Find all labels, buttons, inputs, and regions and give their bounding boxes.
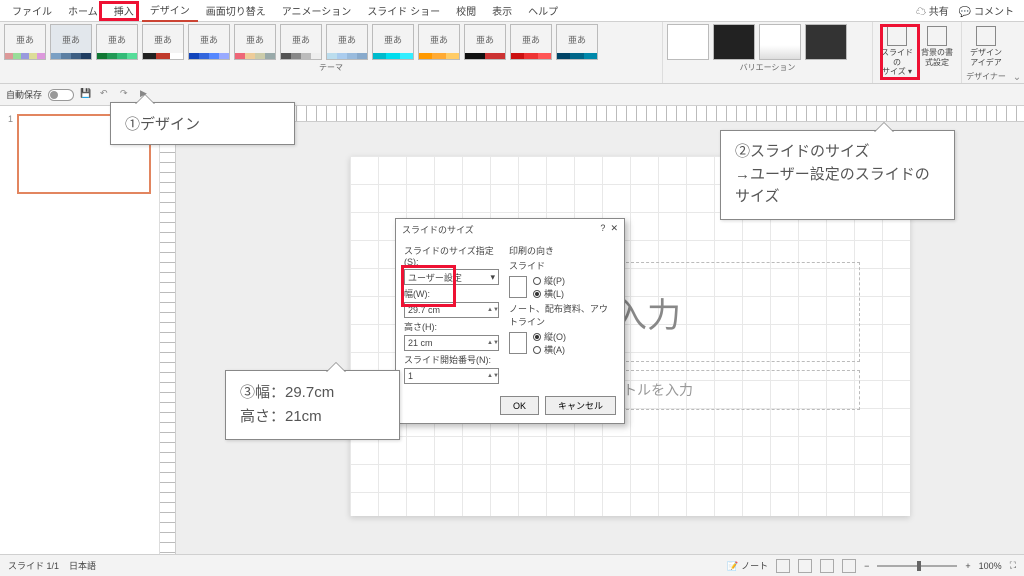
menu-view[interactable]: 表示 — [484, 0, 520, 21]
designer-group-label: デザイナー — [966, 69, 1006, 82]
size-label: スライドのサイズ指定(S): — [404, 244, 499, 267]
theme-thumb[interactable]: 亜あ — [464, 24, 506, 60]
menu-transitions[interactable]: 画面切り替え — [198, 0, 274, 21]
width-input[interactable]: 29.7 cm▲▼ — [404, 302, 499, 318]
share-button[interactable]: ☁ 共有 — [916, 3, 949, 18]
ribbon: 亜あ亜あ亜あ亜あ亜あ亜あ亜あ亜あ亜あ亜あ亜あ亜あ亜あ テーマ バリエーション ス… — [0, 22, 1024, 84]
theme-thumb[interactable]: 亜あ — [326, 24, 368, 60]
theme-thumb[interactable]: 亜あ — [556, 24, 598, 60]
callout-3: ③幅：29.7cm 高さ：21cm — [225, 370, 400, 440]
statusbar: スライド 1/1 日本語 📝 ノート − + 100% ⛶ — [0, 554, 1024, 576]
variations-group-label: バリエーション — [667, 60, 868, 73]
size-select[interactable]: ユーザー設定▾ — [404, 269, 499, 285]
height-label: 高さ(H): — [404, 320, 499, 333]
notes-landscape-radio[interactable]: 横(A) — [533, 343, 566, 356]
save-icon[interactable]: 💾 — [80, 88, 94, 102]
menu-file[interactable]: ファイル — [4, 0, 60, 21]
sorter-view-icon[interactable] — [798, 559, 812, 573]
callout-1: ①デザイン — [110, 102, 295, 145]
help-icon[interactable]: ? — [600, 223, 605, 233]
theme-thumb[interactable]: 亜あ — [50, 24, 92, 60]
menu-design[interactable]: デザイン — [142, 0, 198, 22]
menu-review[interactable]: 校閲 — [448, 0, 484, 21]
slideshow-view-icon[interactable] — [842, 559, 856, 573]
start-number-label: スライド開始番号(N): — [404, 353, 499, 366]
theme-thumb[interactable]: 亜あ — [418, 24, 460, 60]
normal-view-icon[interactable] — [776, 559, 790, 573]
slide-orientation-label: スライド — [509, 259, 616, 272]
zoom-in-icon[interactable]: + — [965, 561, 970, 571]
zoom-slider[interactable] — [877, 565, 957, 567]
notes-button[interactable]: 📝 ノート — [727, 559, 768, 572]
autosave-toggle[interactable] — [48, 89, 74, 101]
theme-thumb[interactable]: 亜あ — [510, 24, 552, 60]
theme-thumb[interactable]: 亜あ — [96, 24, 138, 60]
start-number-input[interactable]: 1▲▼ — [404, 368, 499, 384]
variation-thumb[interactable] — [759, 24, 801, 60]
width-label: 幅(W): — [404, 287, 499, 300]
menubar: ファイル ホーム 挿入 デザイン 画面切り替え アニメーション スライド ショー… — [0, 0, 1024, 22]
design-ideas-button[interactable]: デザイン アイデア — [966, 24, 1006, 69]
ruler-horizontal — [176, 106, 1024, 122]
theme-thumb[interactable]: 亜あ — [280, 24, 322, 60]
menu-animations[interactable]: アニメーション — [274, 0, 360, 21]
slide-landscape-radio[interactable]: 横(L) — [533, 287, 565, 300]
menu-slideshow[interactable]: スライド ショー — [359, 0, 448, 21]
reading-view-icon[interactable] — [820, 559, 834, 573]
menu-home[interactable]: ホーム — [60, 0, 106, 21]
fit-icon[interactable]: ⛶ — [1010, 560, 1016, 571]
theme-thumb[interactable]: 亜あ — [188, 24, 230, 60]
slide-thumbnail-panel: 1 — [0, 106, 160, 554]
ok-button[interactable]: OK — [500, 396, 539, 415]
ruler-vertical — [160, 122, 176, 554]
language-label: 日本語 — [69, 559, 96, 572]
redo-icon[interactable]: ↷ — [120, 88, 134, 102]
comment-button[interactable]: 💬 コメント — [959, 3, 1014, 18]
slide-size-button[interactable]: スライドの サイズ ▾ — [877, 24, 917, 83]
theme-thumb[interactable]: 亜あ — [234, 24, 276, 60]
slide-portrait-radio[interactable]: 縦(P) — [533, 274, 565, 287]
menu-help[interactable]: ヘルプ — [520, 0, 566, 21]
themes-group-label: テーマ — [4, 60, 658, 73]
menu-insert[interactable]: 挿入 — [106, 0, 142, 21]
variation-thumb[interactable] — [713, 24, 755, 60]
zoom-out-icon[interactable]: − — [864, 561, 869, 571]
page-icon — [509, 332, 527, 354]
slide-counter: スライド 1/1 — [8, 559, 59, 572]
theme-thumb[interactable]: 亜あ — [4, 24, 46, 60]
variation-thumb[interactable] — [805, 24, 847, 60]
close-icon[interactable]: ✕ — [610, 223, 618, 233]
height-input[interactable]: 21 cm▲▼ — [404, 335, 499, 351]
thumb-number: 1 — [8, 114, 13, 194]
orientation-label: 印刷の向き — [509, 244, 616, 257]
bg-format-button[interactable]: 背景の書 式設定 — [917, 24, 957, 83]
zoom-value[interactable]: 100% — [979, 561, 1002, 571]
undo-icon[interactable]: ↶ — [100, 88, 114, 102]
dialog-title: スライドのサイズ — [402, 223, 474, 236]
slide-size-dialog: スライドのサイズ ? ✕ スライドのサイズ指定(S): ユーザー設定▾ 幅(W)… — [395, 218, 625, 424]
page-icon — [509, 276, 527, 298]
theme-thumb[interactable]: 亜あ — [372, 24, 414, 60]
callout-2: ②スライドのサイズ →ユーザー設定のスライドのサイズ — [720, 130, 955, 220]
variation-thumb[interactable] — [667, 24, 709, 60]
notes-portrait-radio[interactable]: 縦(O) — [533, 330, 566, 343]
theme-gallery[interactable]: 亜あ亜あ亜あ亜あ亜あ亜あ亜あ亜あ亜あ亜あ亜あ亜あ亜あ — [4, 24, 658, 60]
variation-gallery[interactable] — [667, 24, 868, 60]
cancel-button[interactable]: キャンセル — [545, 396, 616, 415]
autosave-label: 自動保存 — [6, 88, 42, 101]
notes-orientation-label: ノート、配布資料、アウトライン — [509, 302, 616, 328]
theme-thumb[interactable]: 亜あ — [142, 24, 184, 60]
